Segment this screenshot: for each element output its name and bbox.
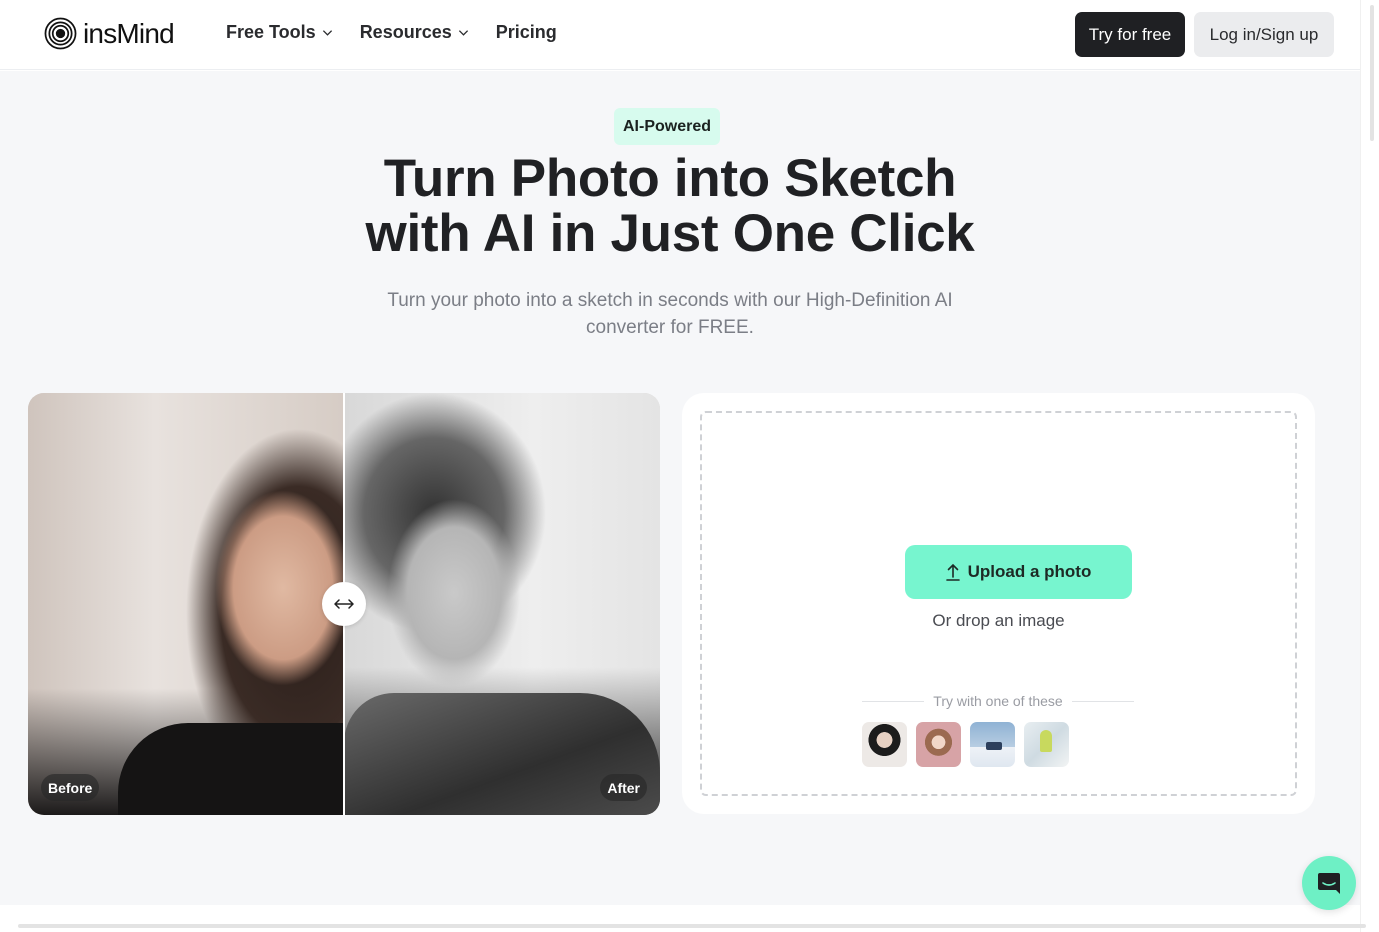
vertical-scrollbar-thumb[interactable] [1370,5,1374,141]
after-image [344,393,660,815]
sample-image-snow-house[interactable] [970,722,1015,767]
chat-bubble-icon [1318,873,1340,894]
nav-free-tools-label: Free Tools [226,22,316,42]
chevron-down-icon [458,30,468,36]
nav-free-tools[interactable]: Free Tools [226,22,333,43]
logo[interactable]: insMind [44,17,175,50]
page-title: Turn Photo into Sketch with AI in Just O… [300,151,1040,261]
nav-pricing-label: Pricing [495,22,557,42]
sample-images [862,722,1069,767]
page-subtitle: Turn your photo into a sketch in seconds… [387,290,953,338]
sample-images-heading: Try with one of these [862,693,1134,709]
comparison-slider-handle[interactable] [322,582,366,626]
before-after-comparison[interactable]: Before After [28,393,660,815]
before-image [28,393,358,815]
upload-photo-label: Upload a photo [967,562,1092,581]
after-label: After [600,774,647,801]
horizontal-scrollbar-thumb[interactable] [18,924,1366,928]
logo-icon [44,17,77,50]
divider-line [862,700,925,702]
chat-support-button[interactable] [1302,856,1356,910]
divider-line [1071,700,1134,702]
sample-image-flowers[interactable] [1024,722,1069,767]
try-samples-text: Try with one of these [933,693,1063,709]
sample-image-portrait-woman[interactable] [862,722,907,767]
nav-resources[interactable]: Resources [360,22,469,43]
title-line-1: Turn Photo into Sketch [383,149,957,208]
before-label: Before [41,774,100,801]
drop-image-text: Or drop an image [932,611,1065,630]
nav-pricing[interactable]: Pricing [496,22,557,43]
sample-image-portrait-girl[interactable] [916,722,961,767]
title-line-2: with AI in Just One Click [365,204,975,263]
main-nav: Free Tools Resources Pricing [226,22,557,43]
logo-text: insMind [83,17,175,49]
upload-icon [945,563,960,581]
hero-section: AI-Powered Turn Photo into Sketch with A… [0,71,1360,905]
image-dropzone[interactable]: Upload a photo Or drop an image Try with… [700,411,1297,796]
left-right-arrow-icon [334,599,354,609]
before-image-shoulder [118,723,358,815]
upload-card: Upload a photo Or drop an image Try with… [682,393,1315,814]
try-for-free-button[interactable]: Try for free [1075,12,1185,57]
nav-resources-label: Resources [359,22,452,42]
top-navigation: insMind Free Tools Resources Pricing Try… [0,0,1360,70]
chevron-down-icon [322,30,332,36]
ai-powered-badge: AI-Powered [614,108,721,145]
login-signup-button[interactable]: Log in/Sign up [1194,12,1334,57]
upload-photo-button[interactable]: Upload a photo [905,545,1132,599]
